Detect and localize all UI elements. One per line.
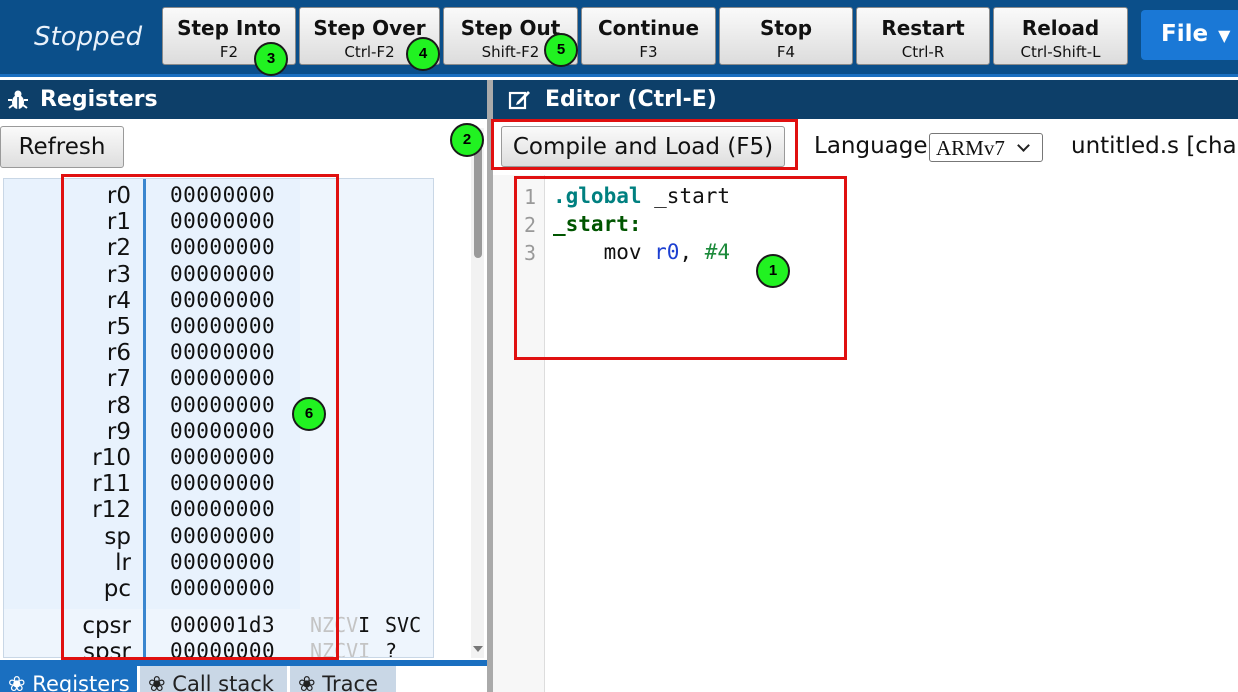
processor-mode: ? (385, 639, 398, 658)
bug-icon: ❀ (298, 672, 316, 692)
restart-shortcut: Ctrl-R (901, 43, 945, 61)
processor-mode: SVC (385, 613, 422, 637)
bug-icon: ❀ (8, 672, 26, 692)
language-label: Language: (814, 133, 936, 159)
marker-5: 5 (544, 33, 578, 67)
step-over-label: Step Over (313, 16, 426, 40)
continue-shortcut: F3 (639, 43, 658, 61)
step-into-label: Step Into (177, 16, 281, 40)
bug-icon (8, 90, 28, 109)
stop-shortcut: F4 (776, 43, 796, 61)
language-select-value: ARMv7 (936, 136, 1005, 160)
continue-button[interactable]: Continue F3 (581, 7, 716, 65)
marker-3: 3 (254, 42, 288, 76)
file-menu-label: File (1161, 21, 1209, 47)
debug-toolbar: Stopped Step Into F2 Step Over Ctrl-F2 S… (0, 0, 1238, 77)
tab-call-stack[interactable]: ❀ Call stack (140, 666, 287, 692)
restart-label: Restart (881, 16, 965, 40)
tab-registers-label: Registers (32, 672, 130, 692)
editor-panel-title: Editor (Ctrl-E) (545, 87, 717, 112)
marker-1: 1 (756, 254, 790, 288)
compile-highlight-box (491, 119, 798, 170)
editor-panel-header: Editor (Ctrl-E) (493, 80, 1238, 119)
bug-icon: ❀ (148, 672, 166, 692)
flags-active: I (358, 613, 371, 637)
stop-label: Stop (759, 16, 813, 40)
tab-trace-label: Trace (322, 672, 379, 692)
reload-shortcut: Ctrl-Shift-L (1020, 43, 1101, 61)
marker-6: 6 (292, 397, 326, 431)
tab-call-stack-label: Call stack (172, 672, 274, 692)
stop-button[interactable]: Stop F4 (719, 7, 853, 65)
debugger-status: Stopped (34, 22, 143, 52)
restart-button[interactable]: Restart Ctrl-R (856, 7, 990, 65)
reload-label: Reload (1021, 16, 1100, 40)
tab-registers[interactable]: ❀ Registers (0, 666, 137, 692)
marker-4: 4 (406, 37, 440, 71)
refresh-button[interactable]: Refresh (0, 126, 124, 168)
registers-panel-header: Registers (0, 80, 487, 119)
marker-2: 2 (450, 123, 484, 157)
continue-label: Continue (597, 16, 700, 40)
tab-trace[interactable]: ❀ Trace (290, 666, 396, 692)
scroll-down-arrow-icon[interactable] (473, 646, 483, 652)
registers-panel-title: Registers (40, 87, 158, 112)
caret-down-icon: ▼ (1218, 26, 1231, 45)
reload-button[interactable]: Reload Ctrl-Shift-L (993, 7, 1128, 65)
file-menu-button[interactable]: File ▼ (1141, 10, 1238, 60)
filename-label: untitled.s [changed] (1071, 133, 1238, 159)
edit-icon (508, 91, 530, 110)
code-highlight-box (514, 176, 847, 360)
